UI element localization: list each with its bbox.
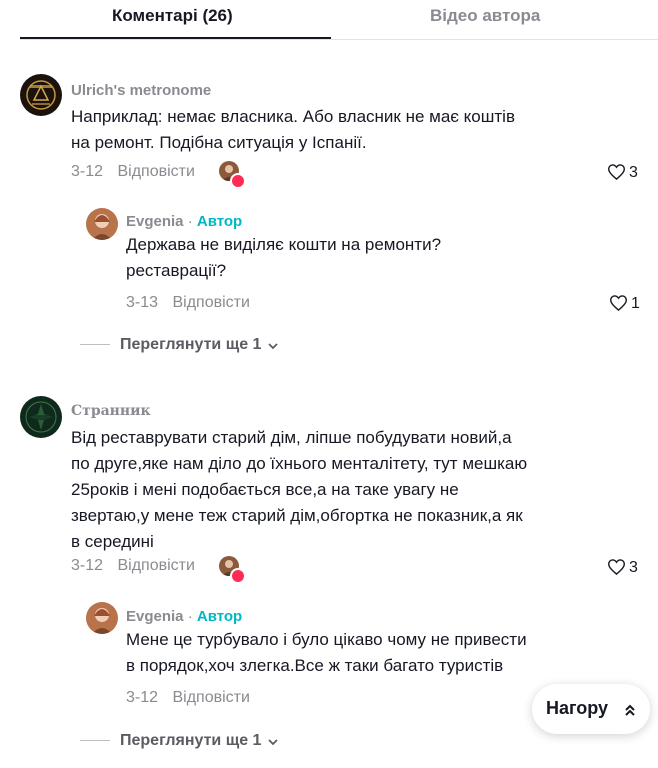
like-count: 3 <box>629 559 638 576</box>
comment-text-line: звертаю,у мене теж старий дім,обгортка н… <box>71 506 523 525</box>
reply-meta: 3-13 Відповісти <box>126 294 250 312</box>
reply-text: Держава не виділяє кошти на ремонти? рес… <box>126 232 441 284</box>
avatar-evgenia[interactable] <box>86 602 118 634</box>
tab-creator-videos[interactable]: Відео автора <box>430 6 540 26</box>
reply-text-line: реставрації? <box>126 261 227 280</box>
comment-text: Від реставрувати старий дім, ліпше побуд… <box>71 425 527 555</box>
view-more-label: Переглянути ще 1 <box>120 336 262 353</box>
reply-author-name[interactable]: Evgenia <box>126 608 184 625</box>
chevron-down-icon <box>268 739 279 746</box>
view-more-replies[interactable]: Переглянути ще 1 <box>80 732 279 750</box>
comment-username[interactable]: Странник <box>71 403 151 419</box>
comment-text: Наприклад: немає власника. Або власник н… <box>71 104 515 156</box>
view-more-line <box>80 740 110 742</box>
chevron-down-icon <box>268 343 279 350</box>
creator-heart-badge <box>230 568 246 584</box>
avatar-evgenia[interactable] <box>86 208 118 240</box>
tab-comments[interactable]: Коментарі (26) <box>112 6 233 26</box>
reply-text-line: в порядок,хоч злегка.Все ж таки багато т… <box>126 656 504 675</box>
view-more-label: Переглянути ще 1 <box>120 732 262 749</box>
reply-text: Мене це турбувало і було цікаво чому не … <box>126 627 527 679</box>
heart-icon <box>609 295 628 312</box>
reply-date: 3-13 <box>126 294 159 311</box>
back-to-top-button[interactable]: Нагору <box>532 684 650 734</box>
reply-button[interactable]: Відповісти <box>117 557 194 574</box>
reply-button[interactable]: Відповісти <box>172 689 249 706</box>
comment-meta: 3-12 Відповісти <box>71 557 195 575</box>
comment-text-line: по друге,яке нам діло до їхнього менталі… <box>71 454 528 473</box>
comment-meta: 3-12 Відповісти <box>71 163 195 181</box>
avatar-ulrichs-metronome[interactable] <box>20 74 62 116</box>
comment-date: 3-12 <box>71 557 104 574</box>
comment-text-line: 25років і мені подобається все,а на таке… <box>71 480 459 499</box>
like-button[interactable]: 1 <box>609 295 640 313</box>
comment-username[interactable]: Ulrich's metronome <box>71 82 211 99</box>
reply-username: Evgenia · Автор <box>126 213 242 230</box>
reply-button[interactable]: Відповісти <box>172 294 249 311</box>
double-chevron-up-icon <box>625 704 635 716</box>
like-count: 3 <box>629 164 638 181</box>
reply-author-name[interactable]: Evgenia <box>126 213 184 230</box>
reply-meta: 3-12 Відповісти <box>126 689 250 707</box>
back-to-top-label: Нагору <box>546 698 609 718</box>
username-separator: · <box>187 608 193 625</box>
heart-icon <box>607 164 626 181</box>
reply-date: 3-12 <box>126 689 159 706</box>
view-more-replies[interactable]: Переглянути ще 1 <box>80 336 279 354</box>
avatar-strannik[interactable] <box>20 396 62 438</box>
like-button[interactable]: 3 <box>607 559 638 577</box>
author-badge: Автор <box>196 213 243 230</box>
view-more-line <box>80 344 110 346</box>
reply-button[interactable]: Відповісти <box>117 163 194 180</box>
comment-date: 3-12 <box>71 163 104 180</box>
comment-tabs: Коментарі (26) Відео автора <box>0 0 658 40</box>
comment-text-line: Від реставрувати старий дім, ліпше побуд… <box>71 428 512 447</box>
reply-text-line: Мене це турбувало і було цікаво чому не … <box>126 630 527 649</box>
author-badge: Автор <box>196 608 243 625</box>
comment-text-line: на ремонт. Подібна ситуація у Іспанії. <box>71 133 367 152</box>
reply-username: Evgenia · Автор <box>126 608 242 625</box>
comment-text-line: Наприклад: немає власника. Або власник н… <box>71 107 515 126</box>
creator-heart-badge <box>230 173 246 189</box>
username-separator: · <box>187 213 193 230</box>
like-button[interactable]: 3 <box>607 164 638 182</box>
like-count: 1 <box>631 295 640 312</box>
heart-icon <box>607 559 626 576</box>
comment-text-line: в середині <box>71 532 154 551</box>
tabs-divider <box>20 39 658 40</box>
reply-text-line: Держава не виділяє кошти на ремонти? <box>126 235 442 254</box>
